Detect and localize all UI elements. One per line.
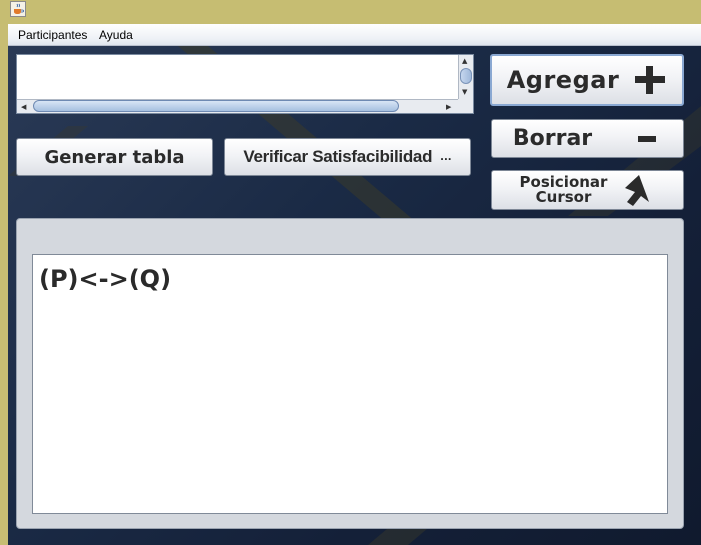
java-cup-icon[interactable] [10, 1, 26, 17]
menu-bar: Participantes Ayuda [8, 24, 701, 46]
agregar-label: Agregar [506, 66, 620, 94]
horizontal-scroll-thumb[interactable] [33, 100, 399, 112]
plus-icon [635, 66, 666, 94]
formula-output-area[interactable]: (P)<->(Q) [32, 254, 668, 514]
verificar-label: Verificar Satisfacibilidad [243, 147, 433, 166]
verificar-ellipsis: ... [440, 151, 452, 163]
verificar-satisfacibilidad-button[interactable]: Verificar Satisfacibilidad ... [224, 138, 471, 176]
scroll-right-icon[interactable]: ▶ [446, 103, 451, 111]
scroll-up-icon[interactable]: ▲ [462, 57, 467, 65]
output-panel: (P)<->(Q) [16, 218, 684, 529]
borrar-label: Borrar [512, 126, 593, 151]
formula-output-text: (P)<->(Q) [39, 265, 172, 293]
posicionar-label-line2: Cursor [535, 188, 592, 206]
horizontal-scrollbar[interactable]: ◀ ▶ [17, 99, 460, 113]
agregar-button[interactable]: Agregar [490, 54, 684, 106]
minus-icon [638, 135, 657, 142]
scroll-corner [458, 99, 473, 113]
posicionar-label: Posicionar Cursor [520, 175, 608, 205]
cursor-arrow-icon [625, 175, 650, 206]
menu-ayuda[interactable]: Ayuda [99, 28, 133, 42]
scroll-down-icon[interactable]: ▼ [462, 88, 467, 96]
scroll-left-icon[interactable]: ◀ [21, 103, 26, 111]
app-window: Participantes Ayuda ▲ ▼ ◀ ▶ Agregar Borr… [8, 24, 701, 545]
formula-input-panel: ▲ ▼ ◀ ▶ [16, 54, 474, 114]
borrar-button[interactable]: Borrar [491, 119, 684, 158]
vertical-scrollbar[interactable]: ▲ ▼ [458, 55, 473, 99]
generar-tabla-button[interactable]: Generar tabla [16, 138, 213, 176]
formula-input[interactable] [20, 58, 455, 96]
main-content: ▲ ▼ ◀ ▶ Agregar Borrar Posicionar Cursor… [8, 46, 701, 545]
vertical-scroll-thumb[interactable] [460, 68, 472, 84]
window-title-bar [0, 0, 701, 24]
menu-participantes[interactable]: Participantes [18, 28, 87, 42]
generar-tabla-label: Generar tabla [44, 146, 185, 168]
posicionar-cursor-button[interactable]: Posicionar Cursor [491, 170, 684, 210]
